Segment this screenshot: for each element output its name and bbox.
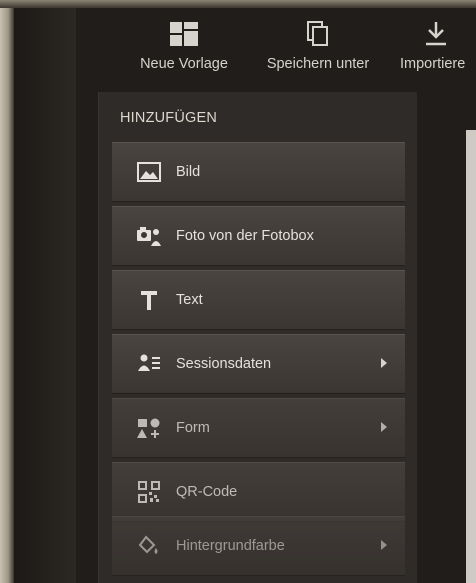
- add-session-data-item[interactable]: Sessionsdaten: [112, 334, 405, 394]
- panel-header: HINZUFÜGEN: [120, 110, 218, 126]
- add-text-label: Text: [176, 292, 203, 308]
- text-icon: [136, 289, 162, 311]
- session-data-icon: [136, 353, 162, 375]
- photo-glare: [0, 0, 14, 583]
- monitor-top-edge: [0, 0, 476, 8]
- add-image-item[interactable]: Bild: [112, 142, 405, 202]
- new-template-icon: [170, 22, 198, 46]
- submenu-arrow-icon: [381, 540, 387, 550]
- add-image-label: Bild: [176, 164, 201, 180]
- import-label: Importiere: [400, 56, 466, 72]
- image-icon: [136, 161, 162, 183]
- add-text-item[interactable]: Text: [112, 270, 405, 330]
- add-shape-item[interactable]: Form: [112, 398, 405, 458]
- submenu-arrow-icon: [381, 358, 387, 368]
- photobooth-icon: [136, 225, 162, 247]
- new-template-button[interactable]: Neue Vorlage: [128, 8, 240, 88]
- add-shape-label: Form: [176, 420, 210, 436]
- add-background-color-label: Hintergrundfarbe: [176, 538, 285, 554]
- new-template-label: Neue Vorlage: [140, 56, 228, 72]
- add-qr-code-item[interactable]: QR-Code: [112, 462, 405, 522]
- template-canvas[interactable]: [466, 130, 476, 583]
- add-photobooth-photo-item[interactable]: Foto von der Fotobox: [112, 206, 405, 266]
- save-as-button[interactable]: Speichern unter: [252, 8, 384, 88]
- shape-icon: [136, 417, 162, 439]
- save-as-label: Speichern unter: [266, 56, 370, 72]
- import-icon: [426, 22, 446, 46]
- toolbar: Neue Vorlage Speichern unter Importiere: [76, 8, 476, 88]
- add-photobooth-photo-label: Foto von der Fotobox: [176, 228, 314, 244]
- add-background-color-item[interactable]: Hintergrundfarbe: [112, 516, 405, 576]
- monitor-bezel: [14, 8, 76, 583]
- import-button[interactable]: Importiere: [394, 8, 476, 88]
- add-qr-code-label: QR-Code: [176, 484, 238, 500]
- save-as-icon: [307, 21, 328, 46]
- add-session-data-label: Sessionsdaten: [176, 356, 272, 372]
- qr-code-icon: [136, 481, 162, 503]
- background-color-icon: [136, 535, 162, 557]
- submenu-arrow-icon: [381, 422, 387, 432]
